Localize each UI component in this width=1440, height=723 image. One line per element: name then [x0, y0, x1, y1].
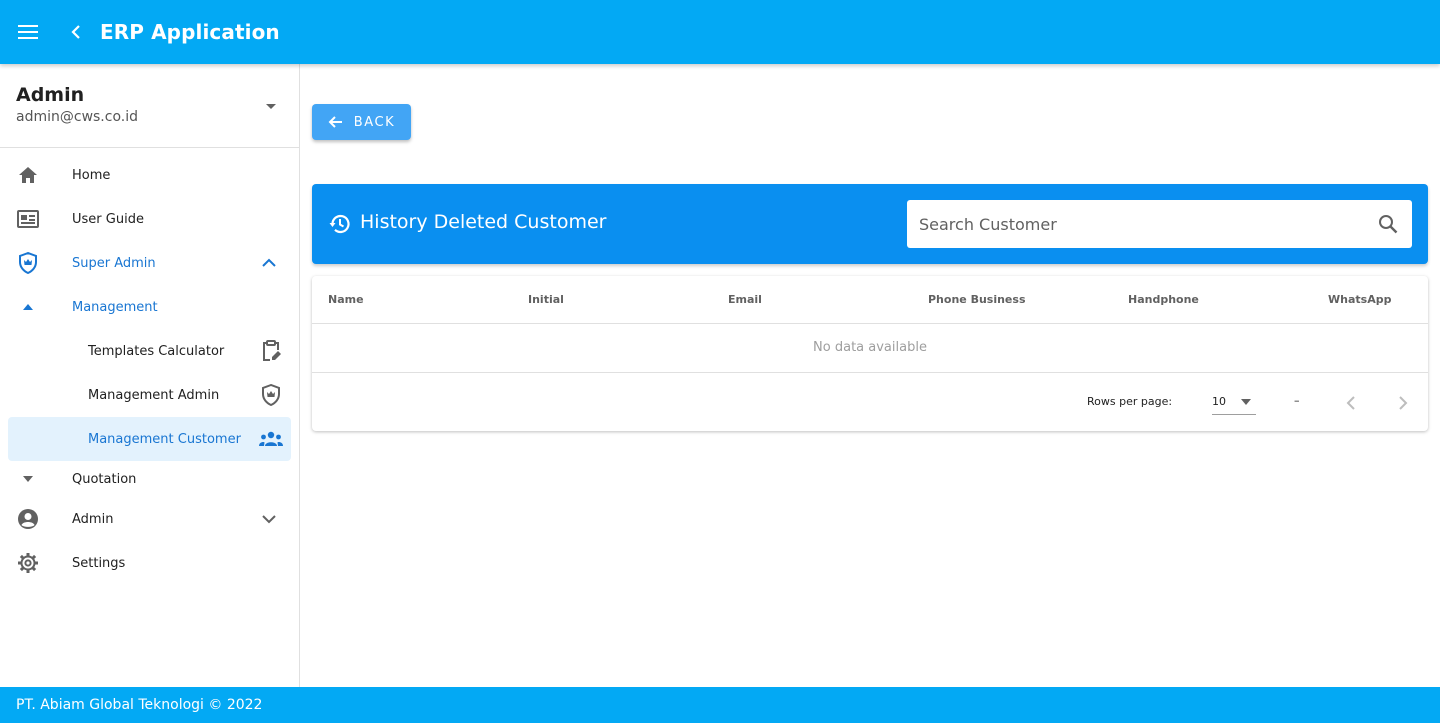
caret-down-icon — [16, 467, 40, 491]
nav-list: Home User Guide Super Admin Management T — [0, 148, 299, 585]
chevron-left-icon[interactable] — [62, 16, 90, 48]
main-content: BACK History Deleted Customer Name Initi… — [300, 64, 1440, 687]
nav-item-quotation[interactable]: Quotation — [0, 461, 299, 497]
column-header-name[interactable]: Name — [328, 293, 364, 306]
nav-item-label: Quotation — [72, 471, 137, 487]
arrow-left-icon — [328, 114, 344, 130]
chevron-up-icon — [257, 251, 281, 275]
navigation-drawer: Admin admin@cws.co.id Home User Guide Su… — [0, 64, 300, 687]
nav-item-templates-calculator[interactable]: Templates Calculator — [0, 329, 299, 373]
nav-item-label: Management — [72, 299, 158, 315]
nav-item-label: Home — [72, 167, 111, 183]
app-title: ERP Application — [100, 20, 280, 44]
column-header-email[interactable]: Email — [728, 293, 762, 306]
rows-per-page-select[interactable]: 10 — [1212, 387, 1256, 415]
nav-item-management[interactable]: Management — [0, 285, 299, 329]
nav-item-management-admin[interactable]: Management Admin — [0, 373, 299, 417]
no-data-text: No data available — [813, 340, 927, 355]
table-footer: Rows per page: 10 – — [312, 373, 1428, 431]
chevron-down-icon — [257, 507, 281, 531]
footer-text: PT. Abiam Global Teknologi © 2022 — [16, 697, 263, 713]
nav-item-management-customer[interactable]: Management Customer — [8, 417, 291, 461]
back-button[interactable]: BACK — [312, 104, 411, 140]
rows-per-page-label: Rows per page: — [1087, 395, 1173, 408]
column-header-initial[interactable]: Initial — [528, 293, 564, 306]
column-header-phone-business[interactable]: Phone Business — [928, 293, 1026, 306]
caret-down-icon[interactable] — [263, 98, 279, 114]
shield-crown-icon — [16, 251, 40, 275]
newspaper-icon — [16, 207, 40, 231]
shield-crown-icon — [259, 383, 283, 407]
nav-item-settings[interactable]: Settings — [0, 541, 299, 585]
nav-item-label: Super Admin — [72, 255, 156, 271]
app-bar: ERP Application — [0, 0, 1440, 64]
caret-down-icon — [1240, 396, 1252, 408]
nav-item-super-admin[interactable]: Super Admin — [0, 241, 299, 285]
nav-item-label: Settings — [72, 555, 126, 571]
history-header-card: History Deleted Customer — [312, 184, 1428, 264]
account-circle-icon — [16, 507, 40, 531]
account-email: admin@cws.co.id — [16, 109, 139, 125]
nav-item-home[interactable]: Home — [0, 153, 299, 197]
gear-icon — [16, 551, 40, 575]
column-header-whatsapp[interactable]: WhatsApp — [1328, 293, 1391, 306]
data-table: Name Initial Email Phone Business Handph… — [312, 276, 1428, 431]
empty-row: No data available — [312, 324, 1428, 373]
nav-item-label: User Guide — [72, 211, 144, 227]
nav-item-label: Templates Calculator — [88, 343, 225, 359]
nav-item-label: Management Admin — [88, 387, 220, 403]
caret-up-icon — [16, 295, 40, 319]
clipboard-edit-icon — [259, 339, 283, 363]
search-icon[interactable] — [1378, 214, 1398, 234]
rows-per-page-value: 10 — [1212, 395, 1226, 408]
account-group-icon — [259, 427, 283, 451]
history-icon — [329, 213, 351, 235]
nav-item-admin[interactable]: Admin — [0, 497, 299, 541]
back-button-label: BACK — [353, 114, 396, 130]
prev-page-icon[interactable] — [1342, 393, 1362, 413]
nav-item-label: Admin — [72, 511, 114, 527]
account-header[interactable]: Admin admin@cws.co.id — [0, 64, 299, 148]
table-header-row: Name Initial Email Phone Business Handph… — [312, 276, 1428, 324]
search-input[interactable] — [919, 200, 1359, 248]
menu-icon[interactable] — [12, 16, 44, 48]
home-icon — [16, 163, 40, 187]
history-title: History Deleted Customer — [360, 211, 607, 233]
search-field[interactable] — [907, 200, 1412, 248]
account-name: Admin — [16, 84, 85, 106]
footer-bar: PT. Abiam Global Teknologi © 2022 — [0, 687, 1440, 723]
nav-item-label: Management Customer — [88, 431, 241, 447]
page-range-text: – — [1294, 394, 1300, 407]
nav-item-user-guide[interactable]: User Guide — [0, 197, 299, 241]
column-header-handphone[interactable]: Handphone — [1128, 293, 1199, 306]
next-page-icon[interactable] — [1392, 393, 1412, 413]
